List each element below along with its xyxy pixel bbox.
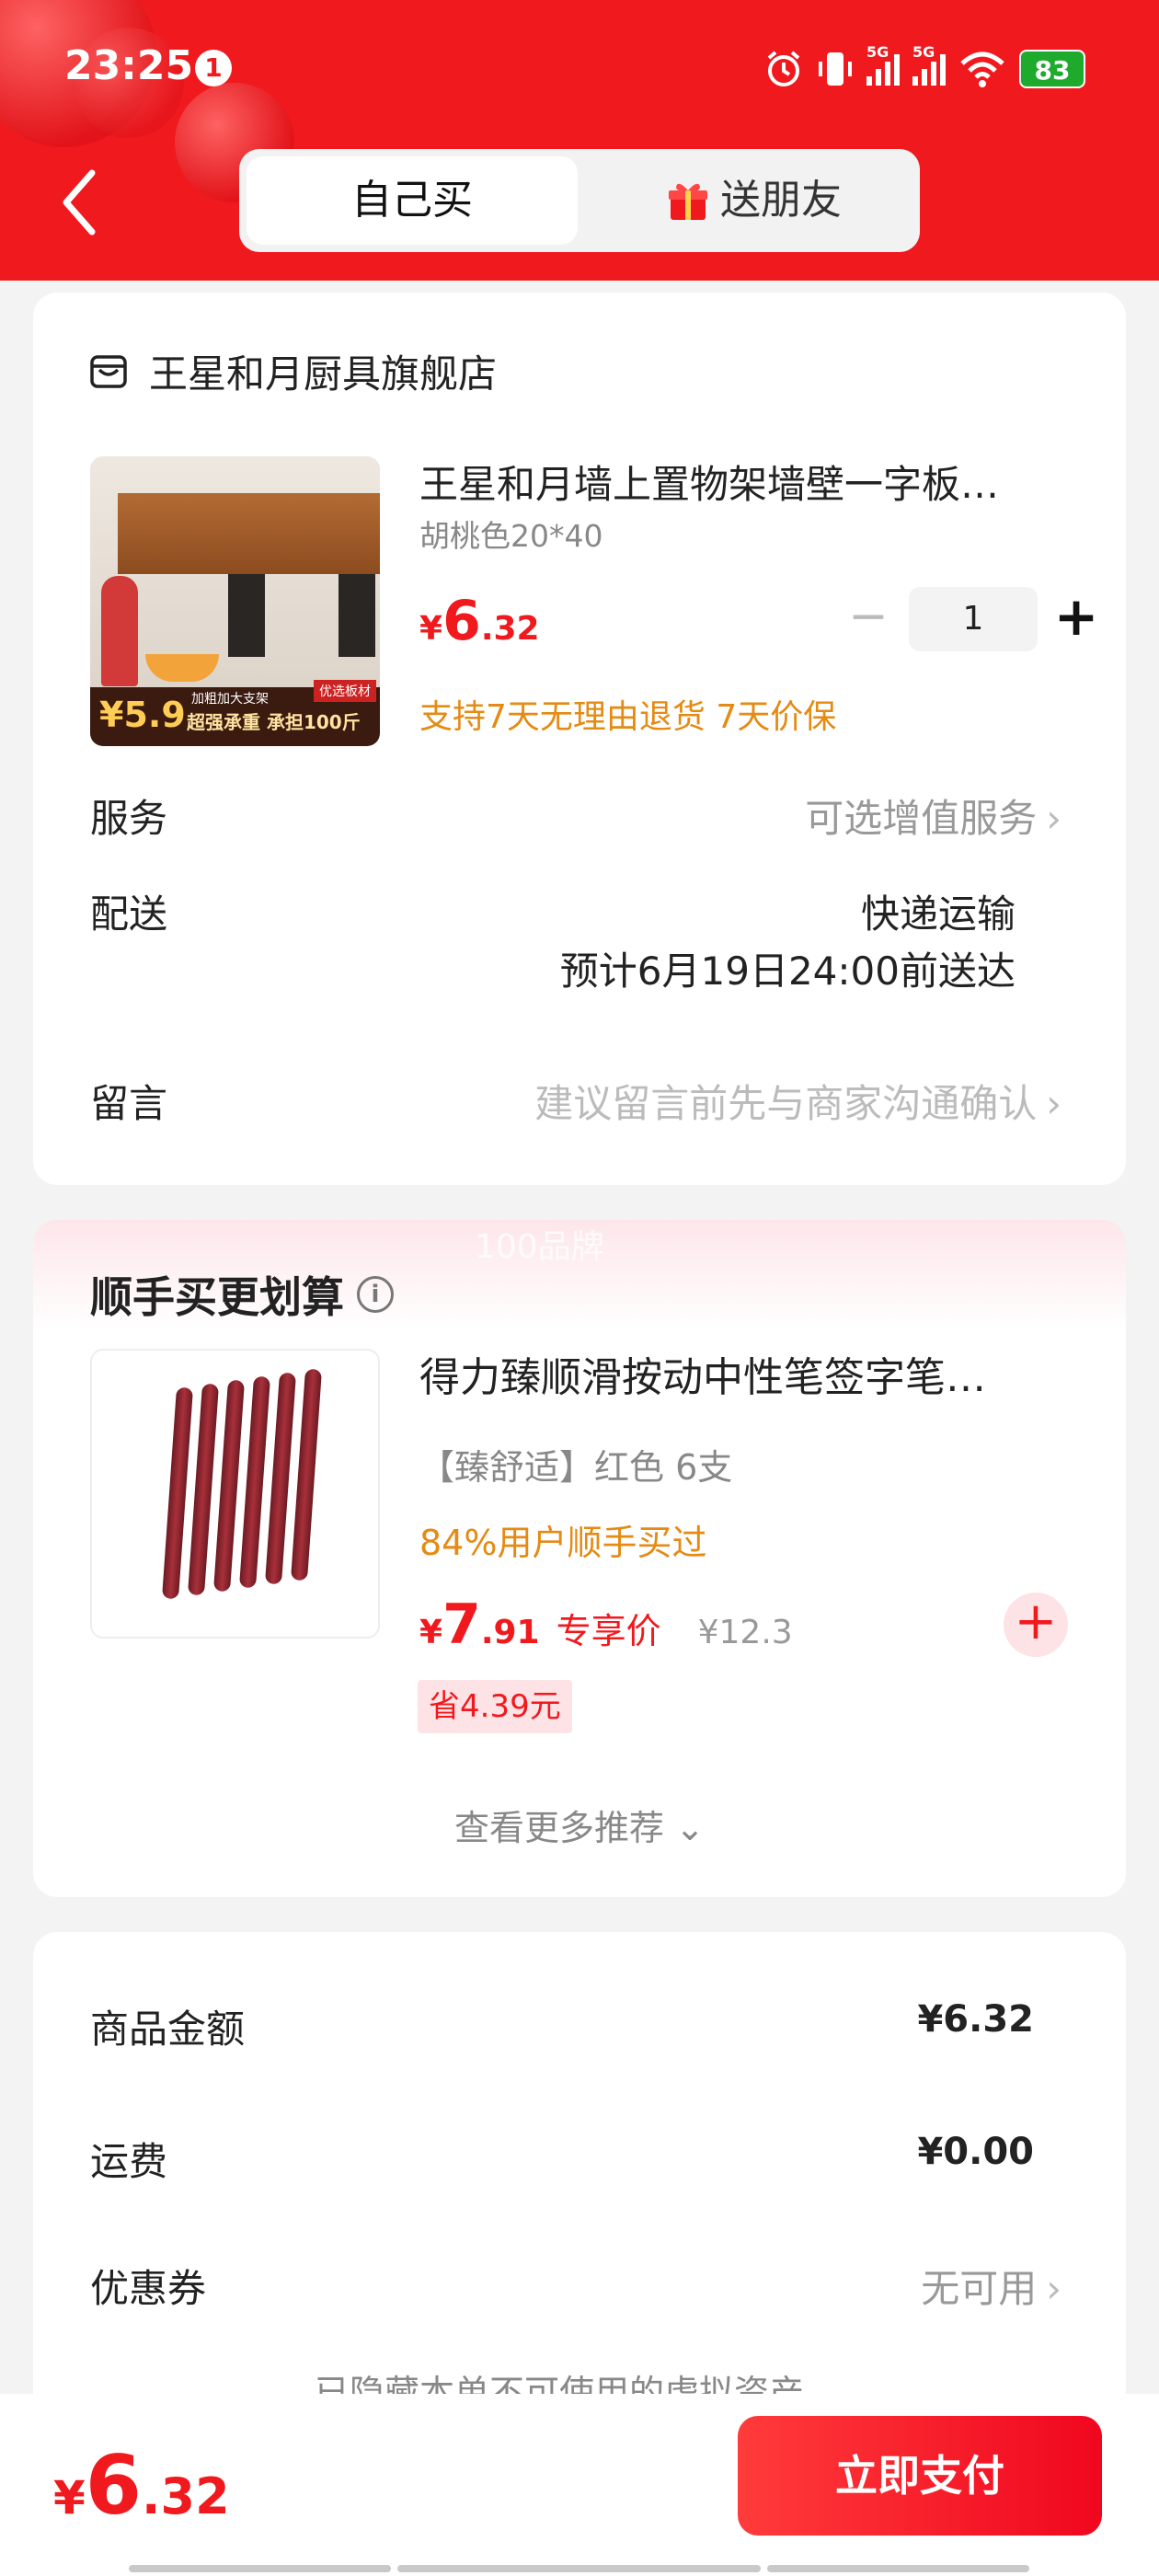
pay-now-button[interactable]: 立即支付: [738, 2416, 1102, 2536]
shelf-bracket-graphic: [339, 574, 375, 657]
shelf-bracket-graphic: [228, 574, 265, 657]
shipping-label: 运费: [90, 2139, 168, 2184]
exclusive-price-label: 专享价: [556, 1611, 661, 1651]
chevron-right-icon: ›: [1046, 796, 1061, 841]
service-selector[interactable]: 可选增值服务 ›: [805, 788, 1061, 844]
fruit-bowl-graphic: [145, 654, 219, 682]
coupon-label: 优惠券: [90, 2266, 207, 2311]
tab-buy-for-self[interactable]: 自己买: [247, 156, 578, 245]
brand-watermark: 100品牌: [475, 1228, 604, 1266]
pen-graphic: [212, 1379, 246, 1593]
vibrate-icon: [819, 52, 852, 86]
back-button[interactable]: [57, 166, 103, 239]
message-placeholder: 建议留言前先与商家沟通确认: [534, 1081, 1038, 1126]
decrease-quantity-button[interactable]: −: [841, 585, 896, 651]
product-spec[interactable]: 胡桃色20*40: [419, 512, 602, 556]
info-icon[interactable]: i: [357, 1276, 394, 1313]
wifi-icon: [960, 52, 1004, 87]
product-image[interactable]: ¥5.9 加粗加大支架 超强承重 承担100斤 优选板材: [90, 456, 380, 746]
addon-product-price: ¥7.91 专享价 ¥12.3: [419, 1593, 793, 1657]
quantity-stepper: − 1 +: [824, 585, 1100, 651]
pen-graphic: [238, 1375, 271, 1589]
order-total: ¥6.32: [53, 2438, 230, 2533]
addon-section-title: 顺手买更划算 i: [90, 1264, 394, 1325]
chevron-down-icon: ⌄: [675, 1808, 705, 1848]
message-label: 留言: [90, 1081, 168, 1126]
product-price: ¥6.32: [419, 589, 540, 653]
shipping-value: ¥0.00: [917, 2131, 1034, 2173]
quantity-input[interactable]: 1: [909, 587, 1038, 651]
chevron-left-icon: [63, 169, 96, 236]
alarm-icon: [767, 51, 800, 86]
image-price: ¥5.9: [99, 695, 186, 735]
store-row[interactable]: 王星和月厨具旗舰店: [88, 343, 497, 399]
service-value: 可选增值服务: [805, 796, 1038, 841]
checkout-bar: ¥6.32 立即支付: [0, 2394, 1159, 2576]
home-indicator: [129, 2565, 391, 2572]
addon-purchase-stat: 84%用户顺手买过: [419, 1523, 707, 1563]
shelf-board-graphic: [118, 493, 380, 574]
header: 23:25 1 5G 5G 83 自己买 送朋友: [0, 0, 1159, 281]
tab-send-to-friend-label: 送朋友: [720, 177, 842, 224]
delivery-eta: 预计6月19日24:00前送达: [559, 949, 1016, 994]
pen-graphic: [187, 1383, 220, 1596]
chevron-right-icon: ›: [1046, 2266, 1061, 2311]
notification-badge: 1: [195, 50, 232, 86]
add-to-order-button[interactable]: +: [1004, 1593, 1068, 1657]
home-indicator: [767, 2565, 1029, 2572]
addon-card: 100品牌 顺手买更划算 i 得力臻顺滑按动中性笔签字笔… 【臻舒适】红色 6支…: [33, 1220, 1126, 1897]
order-card: 王星和月厨具旗舰店 ¥5.9 加粗加大支架 超强承重 承担100斤 优选板材 王…: [33, 293, 1126, 1185]
tab-send-to-friend[interactable]: 送朋友: [598, 156, 911, 245]
home-indicator: [397, 2565, 761, 2572]
coupon-value: 无可用: [921, 2266, 1038, 2311]
status-icons: 5G 5G 83: [763, 43, 1085, 92]
pen-graphic: [161, 1386, 194, 1600]
subtotal-label: 商品金额: [90, 2007, 246, 2052]
signal-icon: 5G: [912, 43, 946, 86]
view-more-label: 查看更多推荐: [454, 1808, 665, 1848]
savings-badge: 省4.39元: [418, 1680, 572, 1733]
product-title[interactable]: 王星和月墙上置物架墙壁一字板…: [419, 454, 1082, 510]
delivery-method: 快递运输: [860, 891, 1016, 937]
increase-quantity-button[interactable]: +: [1049, 585, 1104, 651]
store-name: 王星和月厨具旗舰店: [149, 351, 498, 397]
status-time: 23:25: [64, 42, 194, 89]
addon-title-text: 顺手买更划算: [90, 1272, 344, 1322]
pen-graphic: [290, 1368, 323, 1581]
chevron-right-icon: ›: [1046, 1081, 1061, 1126]
coupon-selector[interactable]: 无可用 ›: [921, 2258, 1061, 2314]
image-chip: 加粗加大支架: [191, 692, 269, 707]
purchase-mode-tabs: 自己买 送朋友: [239, 149, 920, 252]
person-graphic: [101, 576, 138, 686]
battery-indicator: 83: [1019, 50, 1085, 88]
delivery-label: 配送: [90, 891, 168, 937]
image-chip: 优选板材: [314, 680, 376, 702]
service-label: 服务: [90, 796, 168, 841]
image-slogan: 超强承重 承担100斤: [187, 711, 361, 733]
addon-product-title[interactable]: 得力臻顺滑按动中性笔签字笔…: [419, 1344, 1082, 1403]
gift-icon: [669, 183, 707, 220]
view-more-recommendations[interactable]: 查看更多推荐 ⌄: [33, 1800, 1126, 1850]
subtotal-value: ¥6.32: [917, 1998, 1034, 2041]
store-icon: [90, 354, 127, 388]
message-input[interactable]: 建议留言前先与商家沟通确认 ›: [534, 1073, 1061, 1129]
guarantee-text: 支持7天无理由退货 7天价保: [419, 698, 837, 736]
addon-product-image[interactable]: [90, 1349, 380, 1639]
pen-graphic: [264, 1372, 297, 1585]
addon-product-spec: 【臻舒适】红色 6支: [419, 1447, 733, 1488]
status-bar: 23:25 1 5G 5G 83: [0, 37, 1159, 101]
signal-icon: 5G: [866, 43, 900, 86]
original-price: ¥12.3: [697, 1614, 793, 1651]
